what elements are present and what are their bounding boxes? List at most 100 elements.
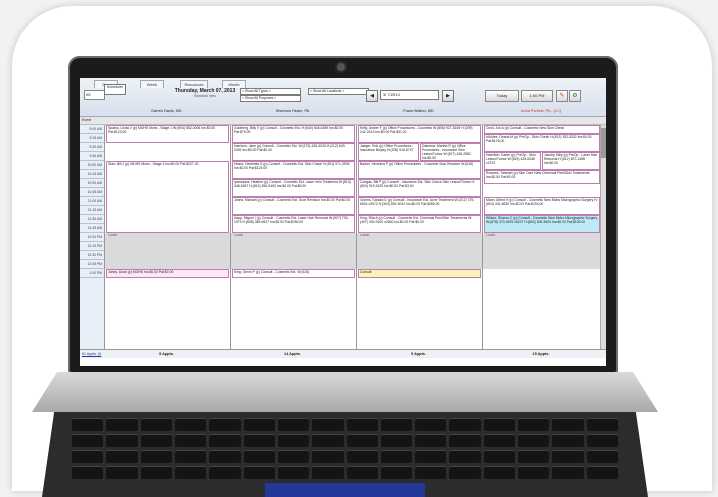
keyboard-key xyxy=(380,418,413,431)
keyboard-key xyxy=(106,466,138,479)
appointment[interactable]: Kelly, Amber F (p) Office Procedures - C… xyxy=(358,125,481,143)
keyboard-key xyxy=(518,450,550,463)
next-day-button[interactable]: ▶ xyxy=(442,90,454,102)
scheduler-button[interactable]: Scheduler xyxy=(104,84,126,95)
appointment[interactable]: Barker, Veronica P (p) Office Procedures… xyxy=(358,161,481,179)
keyboard-key xyxy=(209,450,241,463)
keyboard-key xyxy=(552,466,584,479)
keyboard-key xyxy=(72,466,104,479)
appointment[interactable]: Johns, Michael (p) Consult - Cosmetic Es… xyxy=(232,197,355,215)
time-slot-label: 9:45 AM xyxy=(80,152,104,161)
today-button[interactable]: Today xyxy=(485,90,519,102)
settings-icon[interactable]: ⚙ xyxy=(569,90,581,102)
provider-column[interactable]: Cecil, Jon A (p) Consult - Cosmetic New … xyxy=(482,125,601,349)
schedule-grid: Event 9:00 AM 9:15 AM 9:30 AM 9:45 AM 10:00 … xyxy=(80,117,606,357)
appointment[interactable]: Goldberg, Billy V (p) Consult - Cosmetic… xyxy=(232,125,355,143)
keyboard-key xyxy=(586,434,618,447)
standard-view-label: Standard View xyxy=(194,94,216,98)
appointment[interactable]: Starr, Bill J (p) MOHS Mohs - Stage 2 In… xyxy=(106,161,229,233)
tab-week[interactable]: Week xyxy=(140,80,164,88)
appointment[interactable]: Jacoby, Billy (p) PreOp - Laser Hair Rem… xyxy=(542,152,600,170)
keyboard-key xyxy=(518,418,550,431)
keyboard-key xyxy=(209,434,241,447)
appointment[interactable]: Dabelow, Martha R (p) Office Procedures … xyxy=(420,143,481,161)
prev-day-button[interactable]: ◀ xyxy=(366,90,378,102)
appointment[interactable]: Sparks, Linda V (p) MOHS Mohs - Stage 1 … xyxy=(106,125,229,143)
provider-column[interactable]: Goldberg, Billy V (p) Consult - Cosmetic… xyxy=(230,125,356,349)
time-slot-label: 9:00 AM xyxy=(80,125,104,134)
time-slot-label: 12:00 PM xyxy=(80,233,104,242)
keyboard-key xyxy=(72,434,104,447)
appointment-count: 5 Appts. xyxy=(159,352,174,356)
date-picker[interactable]: 3/ 7/2013 xyxy=(380,90,439,100)
keyboard-key xyxy=(106,434,138,447)
keyboard-key xyxy=(346,450,378,463)
appointment[interactable]: Kapp, Miguel I (p) Consult - Cosmetic Es… xyxy=(232,215,355,233)
time-slot-label: 10:30 AM xyxy=(80,179,104,188)
keyboard-key xyxy=(380,434,413,447)
keyboard-key xyxy=(586,466,618,479)
appointment[interactable]: Iparraluna, Heather (p) Consult - Cosmet… xyxy=(232,179,355,197)
keyboard-key xyxy=(449,450,481,463)
keyboard-key xyxy=(72,450,104,463)
keyboard-key xyxy=(415,418,447,431)
webcam-icon xyxy=(337,63,345,71)
appointment[interactable]: Romans, Tatanah (p) Skin Care New Chemic… xyxy=(484,170,600,184)
time-slot-label: 12:45 PM xyxy=(80,260,104,269)
appointment[interactable]: Heard, Henrietta G (p) Consult - Cosmeti… xyxy=(232,161,355,179)
appointment-count-footer: 61 Appts. (f) 5 Appts. 14 Appts. 9 Appts… xyxy=(80,349,606,358)
appointment[interactable]: Cecil, Jon A (p) Consult - Cosmetic New … xyxy=(484,125,600,134)
time-slot-label: 12:30 PM xyxy=(80,251,104,260)
purposes-select[interactable]: < Show All Purposes > xyxy=(240,95,301,102)
keyboard-key xyxy=(174,434,207,447)
appointment[interactable]: McAfee, Deana M (p) PreOp - Skin Check H… xyxy=(484,134,600,152)
keyboard-key xyxy=(415,450,447,463)
time-button[interactable]: 1:00 PM xyxy=(521,90,553,102)
tab-resources[interactable]: Resources xyxy=(180,80,208,88)
time-column: 9:00 AM 9:15 AM 9:30 AM 9:45 AM 10:00 AM 10:1… xyxy=(80,125,104,349)
provider-name: Shannon Hearn, PA xyxy=(275,109,310,113)
appointment[interactable]: Jaeger, Rob (p) Office Procedures - Insu… xyxy=(358,143,419,161)
laptop-screen-bezel: Day Week Resources Month 05 Scheduler Th… xyxy=(68,56,618,374)
tab-month[interactable]: Month xyxy=(222,80,246,88)
time-slot-label: 11:15 AM xyxy=(80,206,104,215)
keyboard-key xyxy=(483,450,516,463)
total-appointments-link[interactable]: 61 Appts. (f) xyxy=(82,350,101,358)
appointment[interactable]: Hamilton, Karen (p) PreOp - Skin Lesion/… xyxy=(484,152,541,170)
appointment[interactable]: Congas, Bill P (p) Consult - Insurance E… xyxy=(358,179,481,197)
keyboard-key xyxy=(209,418,241,431)
provider-column[interactable]: Kelly, Amber F (p) Office Procedures - C… xyxy=(356,125,482,349)
paint-icon[interactable]: ✎ xyxy=(556,90,568,102)
locations-select[interactable]: < Show All Locations > xyxy=(308,88,369,95)
appointment[interactable]: King, Rita A (p) Consult - Cosmetic Est.… xyxy=(358,215,481,233)
keyboard-key xyxy=(586,418,618,431)
appointment[interactable]: Givens, Sandra D (p) Consult - Insurance… xyxy=(358,197,481,215)
time-slot-label: 12:15 PM xyxy=(80,242,104,251)
date-spinner[interactable]: 05 xyxy=(84,90,105,100)
appointment[interactable]: Harrison, Jane (p) Consult - Cosmetic Es… xyxy=(232,143,355,161)
appointment[interactable]: King, Glenn P (p) Consult - Cosmetic Est… xyxy=(232,269,355,278)
time-slot-label: 10:15 AM xyxy=(80,170,104,179)
scrollbar-thumb[interactable] xyxy=(601,128,606,158)
keyboard-key xyxy=(277,434,310,447)
provider-column[interactable]: Sparks, Linda V (p) MOHS Mohs - Stage 1 … xyxy=(104,125,230,349)
keyboard-key xyxy=(209,466,241,479)
keyboard-key xyxy=(518,434,550,447)
appointment-types-select[interactable]: < Show All Types > xyxy=(240,88,301,95)
laptop-deck xyxy=(32,372,658,412)
keyboard-key xyxy=(552,434,584,447)
provider-name: Darren Davis, MD xyxy=(151,109,182,113)
appointment[interactable]: Consult xyxy=(358,269,481,278)
keyboard-key xyxy=(277,418,310,431)
scrollbar[interactable] xyxy=(600,125,606,349)
time-slot-label: 11:30 AM xyxy=(80,215,104,224)
keyboard-key xyxy=(346,418,378,431)
time-slot-label: 10:45 AM xyxy=(80,188,104,197)
appointment[interactable]: Mann, Alfred H (p) Consult - Cosmetic Ne… xyxy=(484,197,600,215)
keyboard-key xyxy=(106,418,138,431)
appointment[interactable]: Johns, Dush (p) MOHS Ins:$0.00 Pat:$0.00 xyxy=(106,269,229,278)
appointment[interactable]: Wilson, Sharon C (p) Consult - Cosmetic … xyxy=(484,215,600,233)
provider-name: Frank Walton, MD xyxy=(403,109,434,113)
keyboard-key xyxy=(106,450,138,463)
keyboard-key xyxy=(483,466,516,479)
